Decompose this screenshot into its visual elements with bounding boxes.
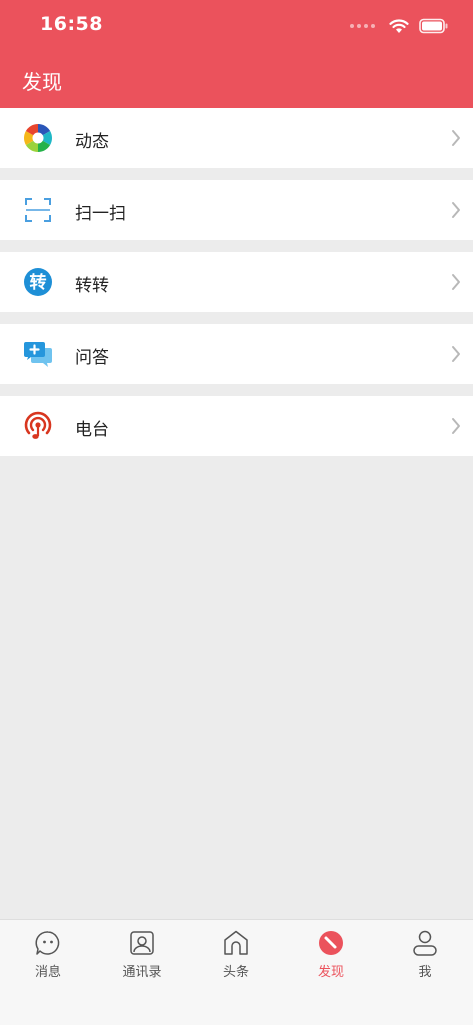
radio-icon — [24, 411, 52, 439]
tab-contacts[interactable]: 通讯录 — [95, 920, 189, 986]
zhuanzhuan-icon: 转 — [24, 268, 52, 296]
message-icon — [35, 931, 60, 955]
discover-icon — [319, 931, 343, 955]
chevron-right-icon — [452, 418, 460, 434]
list-item-label: 扫一扫 — [75, 204, 126, 224]
tab-label: 头条 — [222, 965, 249, 980]
contacts-icon — [130, 931, 154, 955]
list-item-moments[interactable]: 动态 — [0, 108, 473, 168]
chevron-right-icon — [452, 202, 460, 218]
tab-me[interactable]: 我 — [378, 920, 472, 986]
battery-icon — [419, 18, 448, 34]
tab-label: 消息 — [34, 965, 61, 980]
list-item-label: 动态 — [75, 132, 109, 152]
headlines-icon — [224, 930, 248, 955]
tab-label: 我 — [418, 965, 432, 980]
camera-shutter-icon — [24, 124, 52, 152]
tab-headlines[interactable]: 头条 — [189, 920, 283, 986]
tab-messages[interactable]: 消息 — [1, 920, 95, 986]
tab-label: 发现 — [317, 965, 344, 980]
status-icons — [350, 14, 449, 38]
tab-discover[interactable]: 发现 — [284, 920, 378, 986]
tab-label: 通讯录 — [122, 965, 162, 980]
qa-chat-icon — [24, 342, 52, 367]
page-title: 发现 — [22, 70, 62, 94]
list-item-label: 问答 — [75, 348, 109, 368]
chevron-right-icon — [452, 346, 460, 362]
list-item-qa[interactable]: 问答 — [0, 324, 473, 384]
list-item-label: 转转 — [75, 276, 109, 296]
chevron-right-icon — [452, 274, 460, 290]
chevron-right-icon — [452, 130, 460, 146]
svg-text:转: 转 — [30, 272, 47, 293]
list-item-zhuanzhuan[interactable]: 转 转转 — [0, 252, 473, 312]
nav-header: 16:58 发现 — [0, 0, 473, 108]
list-item-scan[interactable]: 扫一扫 — [0, 180, 473, 240]
signal-icon — [350, 24, 375, 28]
list-item-label: 电台 — [75, 420, 109, 440]
wifi-icon — [389, 19, 409, 33]
tab-bar: 消息 通讯录 头条 发现 我 — [0, 919, 473, 1025]
profile-icon — [413, 930, 437, 956]
list-item-radio[interactable]: 电台 — [0, 396, 473, 456]
status-time: 16:58 — [40, 13, 103, 35]
scan-icon — [25, 198, 51, 222]
